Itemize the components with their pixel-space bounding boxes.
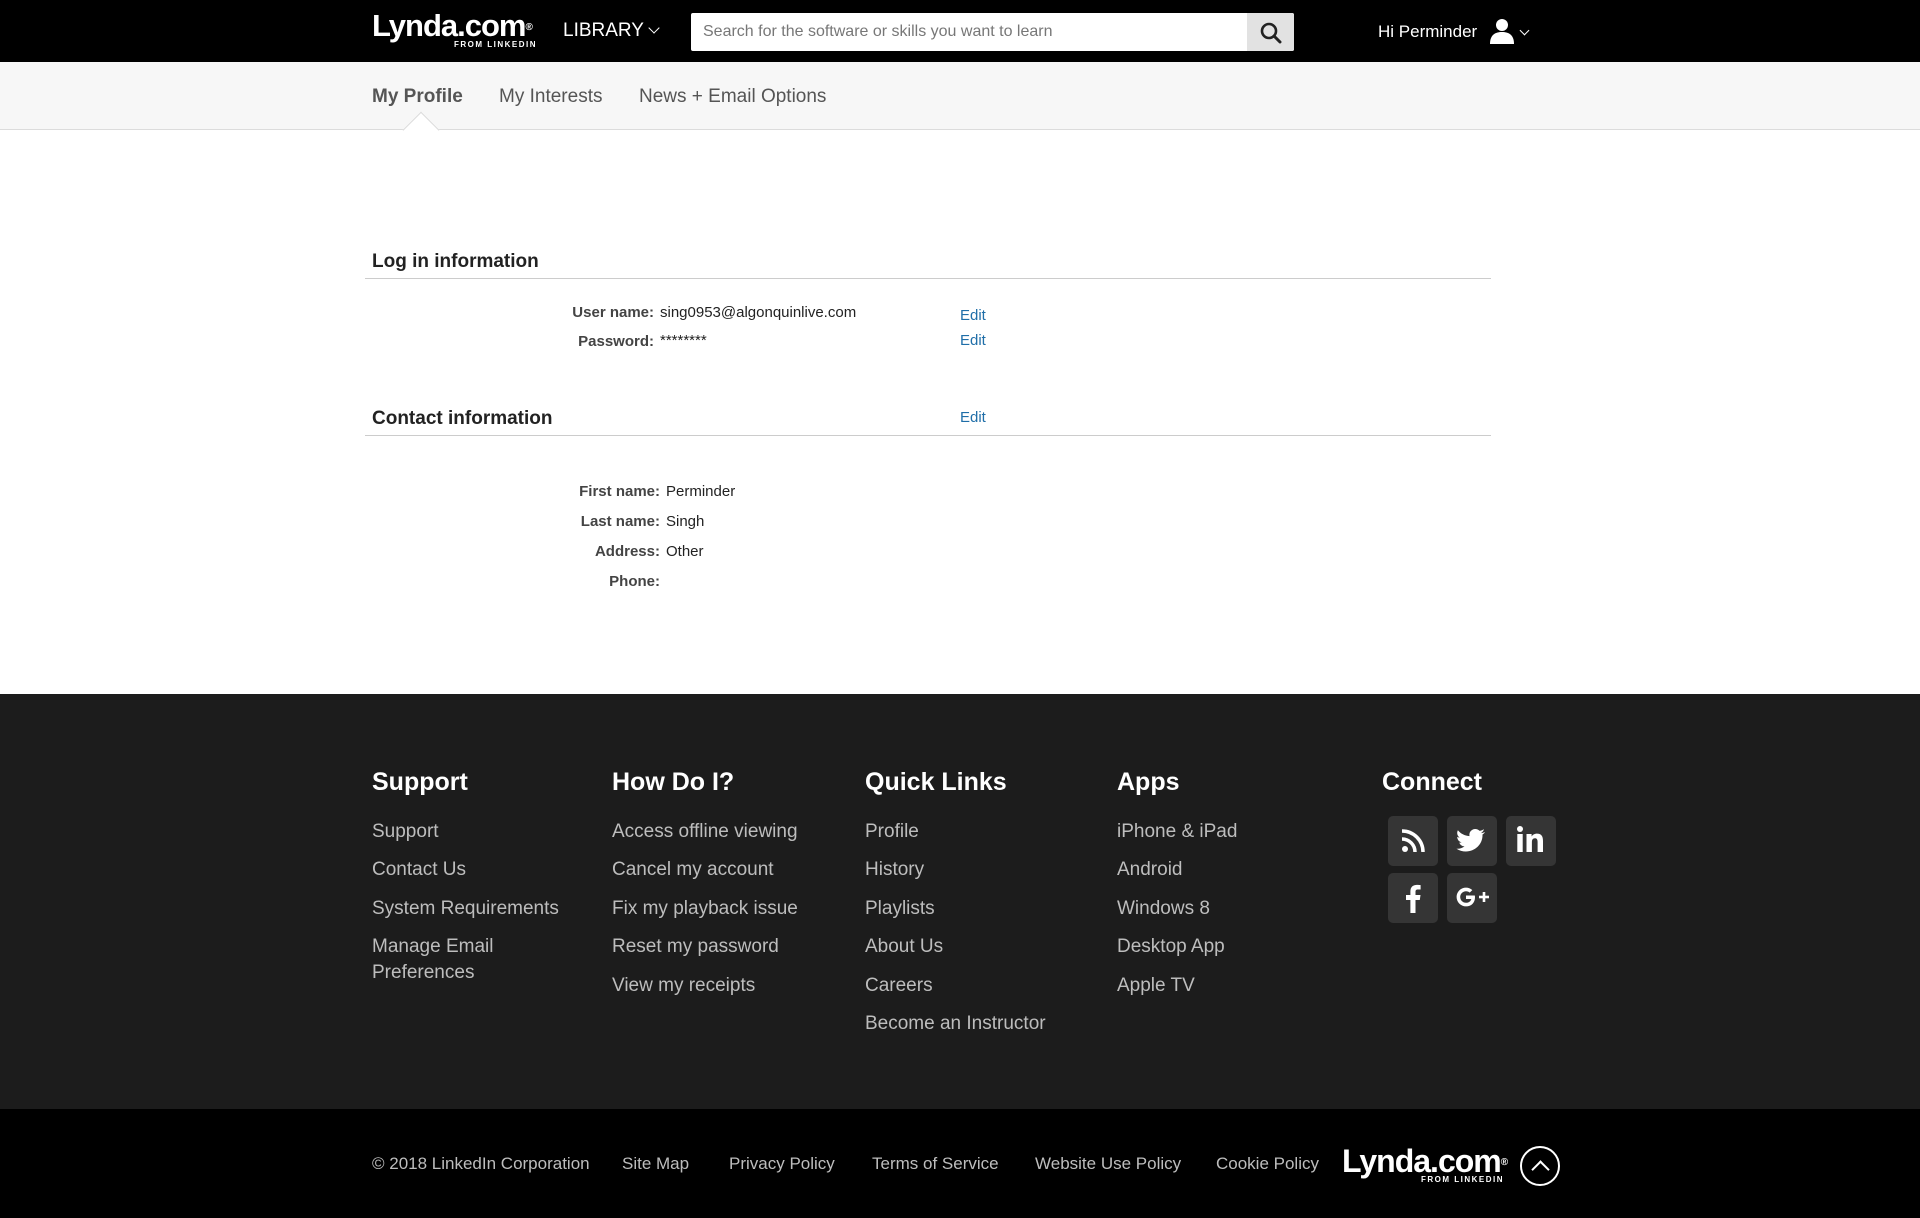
chevron-up-icon — [1531, 1160, 1550, 1179]
tab-my-interests[interactable]: My Interests — [499, 86, 602, 108]
user-account-menu[interactable] — [1489, 17, 1533, 47]
facebook-icon — [1406, 884, 1421, 913]
footer-howdoi-title: How Do I? — [612, 768, 735, 796]
footer-link-manage-email[interactable]: Manage Email — [372, 934, 493, 960]
footer-logo-wordmark: Lynda.com — [1342, 1143, 1502, 1179]
first-name-label: First name: — [579, 483, 660, 500]
tab-news-email-options[interactable]: News + Email Options — [639, 86, 826, 108]
first-name-value: Perminder — [666, 483, 736, 500]
edit-contact-link[interactable]: Edit — [960, 409, 986, 427]
google-plus-button[interactable] — [1447, 873, 1497, 923]
password-label: Password: — [578, 333, 654, 350]
bottom-link-site-map[interactable]: Site Map — [622, 1154, 689, 1174]
rss-button[interactable] — [1388, 816, 1438, 866]
footer-support-title: Support — [372, 768, 468, 796]
logo-tagline: FROM LINKEDIN — [453, 40, 537, 49]
search-icon — [1260, 22, 1282, 44]
divider — [365, 278, 1491, 279]
footer-link-windows-8[interactable]: Windows 8 — [1117, 896, 1210, 922]
bottom-link-cookie-policy[interactable]: Cookie Policy — [1216, 1154, 1319, 1174]
footer-link-android[interactable]: Android — [1117, 857, 1183, 883]
user-greeting: Hi Perminder — [1378, 22, 1478, 41]
address-label: Address: — [594, 543, 660, 560]
footer-link-contact-us[interactable]: Contact Us — [372, 857, 466, 883]
twitter-button[interactable] — [1447, 816, 1497, 866]
footer-link-about-us[interactable]: About Us — [865, 934, 943, 960]
footer-link-become-instructor[interactable]: Become an Instructor — [865, 1011, 1046, 1037]
last-name-value: Singh — [666, 513, 705, 530]
address-value: Other — [666, 543, 704, 560]
footer-logo-registered-mark: ® — [1500, 1157, 1508, 1168]
user-icon — [1490, 19, 1514, 44]
footer-link-history[interactable]: History — [865, 857, 924, 883]
rss-icon — [1401, 829, 1425, 853]
footer-link-reset-password[interactable]: Reset my password — [612, 934, 779, 960]
footer-quicklinks-title: Quick Links — [865, 768, 1007, 796]
footer-link-support[interactable]: Support — [372, 819, 439, 845]
footer-connect-title: Connect — [1382, 768, 1482, 796]
footer-logo-tagline: FROM LINKEDIN — [1420, 1175, 1504, 1184]
footer-apps-title: Apps — [1117, 768, 1180, 796]
google-plus-icon — [1456, 887, 1489, 907]
logo-registered-mark: ® — [525, 22, 533, 33]
footer-link-cancel-account[interactable]: Cancel my account — [612, 857, 774, 883]
tab-my-profile[interactable]: My Profile — [372, 86, 463, 108]
bottom-bar: © 2018 LinkedIn Corporation Site Map Pri… — [0, 1109, 1920, 1218]
footer-link-preferences[interactable]: Preferences — [372, 960, 474, 986]
search-input[interactable] — [691, 13, 1247, 51]
password-value: ******** — [660, 332, 707, 349]
footer-link-offline-viewing[interactable]: Access offline viewing — [612, 819, 798, 845]
active-tab-indicator — [402, 111, 440, 149]
footer-link-apple-tv[interactable]: Apple TV — [1117, 973, 1195, 999]
search-button[interactable] — [1247, 13, 1294, 51]
library-label: LIBRARY — [563, 20, 644, 41]
search-bar — [691, 13, 1294, 51]
footer-link-desktop-app[interactable]: Desktop App — [1117, 934, 1225, 960]
last-name-label: Last name: — [580, 513, 660, 530]
bottom-link-privacy-policy[interactable]: Privacy Policy — [729, 1154, 835, 1174]
footer-link-playback-issue[interactable]: Fix my playback issue — [612, 896, 798, 922]
chevron-down-icon — [648, 22, 660, 34]
footer-link-profile[interactable]: Profile — [865, 819, 919, 845]
library-menu[interactable]: LIBRARY — [563, 20, 660, 42]
contact-section-title: Contact information — [372, 408, 553, 429]
back-to-top-button[interactable] — [1520, 1146, 1560, 1186]
bottom-link-website-use-policy[interactable]: Website Use Policy — [1035, 1154, 1181, 1174]
bottom-link-terms-of-service[interactable]: Terms of Service — [872, 1154, 999, 1174]
phone-label: Phone: — [609, 573, 660, 590]
chevron-down-icon — [1519, 25, 1530, 36]
username-value: sing0953@algonquinlive.com — [660, 304, 857, 321]
edit-username-link[interactable]: Edit — [960, 307, 986, 325]
profile-tabs: My Profile My Interests News + Email Opt… — [0, 62, 1920, 149]
site-footer: Support Support Contact Us System Requir… — [0, 694, 1920, 1109]
footer-link-playlists[interactable]: Playlists — [865, 896, 935, 922]
login-section-title: Log in information — [372, 251, 539, 272]
linkedin-button[interactable] — [1506, 816, 1556, 866]
linkedin-icon — [1517, 826, 1543, 852]
footer-lynda-logo[interactable]: Lynda.com® FROM LINKEDIN — [1342, 1143, 1508, 1185]
edit-password-link[interactable]: Edit — [960, 332, 986, 350]
footer-link-iphone-ipad[interactable]: iPhone & iPad — [1117, 819, 1237, 845]
footer-link-careers[interactable]: Careers — [865, 973, 933, 999]
copyright-text: © 2018 LinkedIn Corporation — [372, 1154, 590, 1173]
username-label: User name: — [572, 304, 654, 321]
twitter-icon — [1456, 828, 1485, 852]
facebook-button[interactable] — [1388, 873, 1438, 923]
footer-link-system-requirements[interactable]: System Requirements — [372, 896, 559, 922]
lynda-logo[interactable]: Lynda.com® FROM LINKEDIN — [372, 10, 537, 52]
divider — [365, 435, 1491, 436]
logo-wordmark: Lynda.com — [372, 8, 526, 43]
top-navigation-bar: Lynda.com® FROM LINKEDIN LIBRARY Hi Perm… — [0, 0, 1920, 62]
footer-link-receipts[interactable]: View my receipts — [612, 973, 755, 999]
